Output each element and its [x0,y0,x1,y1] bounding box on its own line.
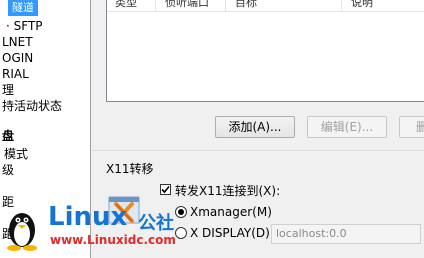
tree-item-keepalive[interactable]: 持活动状态 [2,98,62,114]
tree-item-sftp[interactable]: · SFTP [6,18,43,34]
tree-item-keyboard[interactable]: 盘 [2,128,14,144]
x-display-radio[interactable] [175,227,187,239]
watermark-url: www.Linuxidc.com [50,233,176,247]
table-header: 类型 侦听端口 目标 说明 [107,0,424,12]
x-display-label[interactable]: X DISPLAY(D): [190,226,274,240]
xmanager-label[interactable]: Xmanager(M) [190,205,272,219]
add-button[interactable]: 添加(A)... [215,116,295,138]
tree-item-login[interactable]: OGIN [2,50,33,66]
tree-item-mode[interactable]: 模式 [4,146,28,162]
x-display-input[interactable]: localhost:0.0 [271,224,421,244]
forward-x11-checkbox[interactable] [160,184,171,195]
watermark-brand: Linux [48,202,128,232]
xmanager-radio[interactable] [175,206,187,218]
tunnel-rules-table[interactable]: 类型 侦听端口 目标 说明 [106,0,424,102]
tree-item-advanced[interactable]: 级 [2,162,14,178]
watermark-brand-cn: 公社 [138,213,174,234]
tree-bullet-icon: · [6,19,10,33]
delete-button[interactable]: 删 [399,116,424,138]
column-destination[interactable]: 目标 [235,0,257,10]
tree-item-tunnel-selected[interactable]: 隧道 [8,0,38,16]
column-type[interactable]: 类型 [115,0,137,10]
column-listen-port[interactable]: 侦听端口 [165,0,209,10]
column-description[interactable]: 说明 [351,0,373,10]
tree-item-margin[interactable]: 距 [2,194,14,210]
tree-item-telnet[interactable]: LNET [2,34,33,50]
x11-section-title: X11转移 [106,162,154,176]
tree-item-margin-2[interactable]: 距 [2,226,14,242]
tree-item-serial[interactable]: RIAL [2,66,29,82]
checkmark-icon [161,185,170,194]
forward-x11-label[interactable]: 转发X11连接到(X): [175,182,280,199]
edit-button[interactable]: 编辑(E)... [307,116,387,138]
section-divider [91,150,424,151]
tree-item-proxy[interactable]: 理 [2,82,14,98]
